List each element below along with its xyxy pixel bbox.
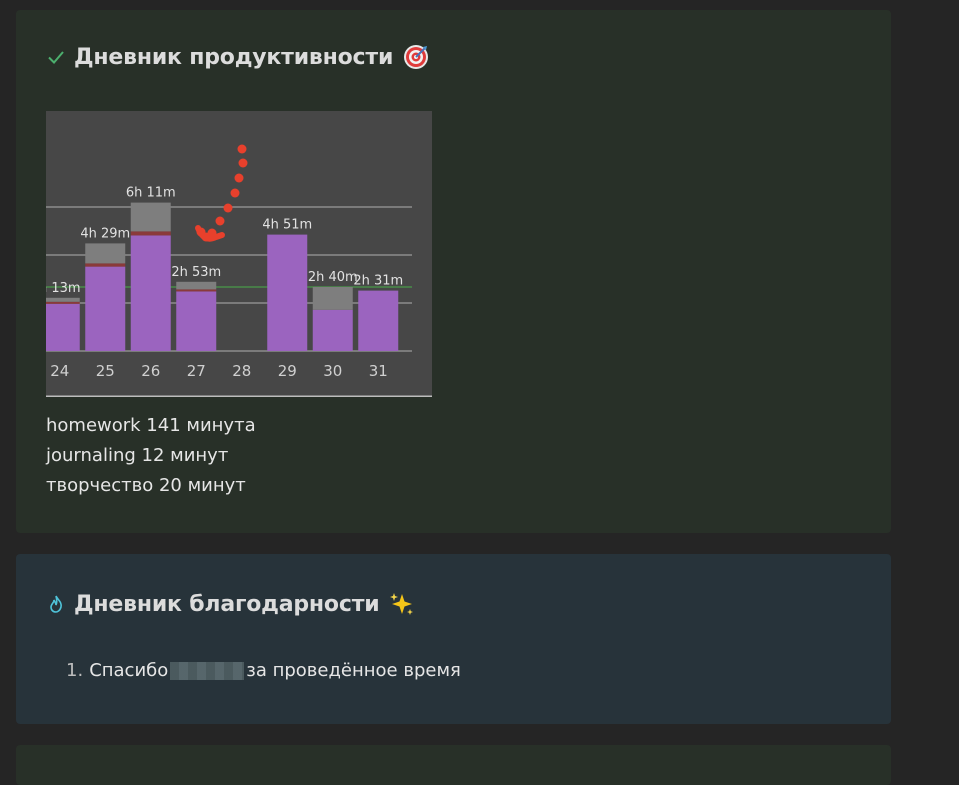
screen-time-chart: h 13m 24 4h 29m 25 6h 11m 26 2h 53m 27 28 4h 51m 2…	[46, 111, 432, 397]
productivity-card: Дневник продуктивности h 13m 24 4h 29m 25 6h…	[16, 10, 891, 533]
bar-value-label: 2h 40m	[308, 270, 358, 285]
bar-value-label: 2h 53m	[171, 265, 221, 280]
bar-value-label: h 13m	[46, 281, 81, 296]
productivity-title: Дневник продуктивности	[74, 44, 394, 70]
note-creativity: творчество 20 минут	[46, 475, 246, 496]
bar-segment	[85, 263, 126, 267]
next-card	[16, 745, 891, 785]
bar-segment	[312, 309, 353, 351]
bar-segment	[312, 287, 353, 310]
annotation-mark	[238, 158, 248, 168]
bar-segment	[130, 231, 171, 236]
flame-icon	[46, 594, 66, 614]
bar-segment	[358, 290, 399, 351]
note-homework: homework 141 минута	[46, 415, 256, 436]
bar-segment	[85, 266, 126, 351]
bar-segment	[46, 303, 80, 351]
gratitude-card: Дневник благодарности 1. Спасибо за пров…	[16, 554, 891, 724]
bar-value-label: 4h 51m	[262, 218, 312, 233]
x-tick-label: 29	[278, 362, 297, 380]
bar-segment	[130, 235, 171, 351]
chart-svg: h 13m 24 4h 29m 25 6h 11m 26 2h 53m 27 28 4h 51m 2…	[46, 111, 432, 397]
x-tick-label: 31	[369, 362, 388, 380]
bar-segment	[130, 202, 171, 232]
annotation-mark	[215, 216, 225, 226]
x-tick-label: 26	[141, 362, 160, 380]
productivity-notes: homework 141 минута journaling 12 минут …	[46, 411, 256, 501]
x-tick-label: 24	[50, 362, 69, 380]
bar-segment	[176, 289, 217, 292]
productivity-heading: Дневник продуктивности	[46, 44, 429, 70]
chart-bottom-border	[46, 395, 432, 397]
bar-segment	[46, 297, 80, 302]
bar-segment	[176, 281, 217, 290]
bar-value-label: 6h 11m	[126, 186, 176, 201]
x-tick-label: 28	[232, 362, 251, 380]
checkmark-icon	[46, 47, 66, 67]
bar-value-label: 2h 31m	[353, 274, 403, 289]
sparkles-emoji-icon	[389, 591, 415, 617]
annotation-mark	[234, 173, 244, 183]
bar-value-label: 4h 29m	[80, 226, 130, 241]
gratitude-item-end: за проведённое время	[246, 660, 461, 681]
gratitude-list: 1. Спасибо за проведённое время	[66, 660, 461, 681]
annotation-mark	[237, 144, 247, 154]
gratitude-title: Дневник благодарности	[74, 591, 380, 617]
bar-segment	[46, 301, 80, 304]
list-number: 1.	[66, 660, 84, 681]
bar-segment	[176, 291, 217, 351]
bar-segment	[85, 243, 126, 264]
gratitude-item-start: Спасибо	[89, 660, 169, 681]
x-tick-label: 25	[96, 362, 115, 380]
x-tick-label: 27	[187, 362, 206, 380]
annotation-mark	[223, 203, 233, 213]
redacted-name	[170, 661, 245, 680]
annotation-mark	[230, 188, 240, 198]
note-journaling: journaling 12 минут	[46, 445, 229, 466]
gratitude-heading: Дневник благодарности	[46, 591, 415, 617]
bar-segment	[267, 234, 308, 351]
x-tick-label: 30	[323, 362, 342, 380]
target-emoji-icon	[403, 44, 429, 70]
